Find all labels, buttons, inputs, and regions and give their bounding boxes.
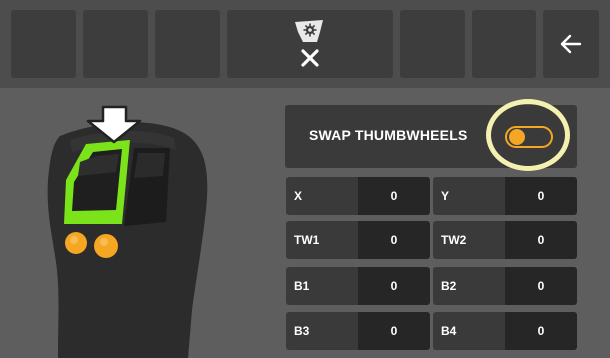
value-cell-b2: B2 0	[433, 267, 577, 305]
machine-settings-cancel-button[interactable]	[227, 10, 393, 78]
toolbar-slot-3[interactable]	[155, 10, 220, 78]
value-label: B2	[433, 267, 505, 305]
value-cell-tw2: TW2 0	[433, 221, 577, 259]
value-cell-b4: B4 0	[433, 312, 577, 350]
toolbar-slot-1[interactable]	[11, 10, 76, 78]
value-readout: 0	[358, 177, 430, 215]
value-readout: 0	[505, 312, 577, 350]
top-toolbar	[0, 0, 610, 88]
thumbwheel-2	[94, 234, 118, 258]
value-readout: 0	[358, 267, 430, 305]
value-label: X	[286, 177, 358, 215]
back-arrow-icon	[560, 34, 582, 54]
toolbar-slot-6[interactable]	[472, 10, 536, 78]
back-button[interactable]	[543, 10, 599, 78]
value-label: Y	[433, 177, 505, 215]
value-cell-y: Y 0	[433, 177, 577, 215]
swap-thumbwheels-label: SWAP THUMBWHEELS	[309, 127, 468, 143]
toolbar-slot-2[interactable]	[83, 10, 148, 78]
value-readout: 0	[505, 267, 577, 305]
toolbar-slot-5[interactable]	[400, 10, 465, 78]
toggle-knob	[509, 129, 525, 145]
value-readout: 0	[505, 177, 577, 215]
swap-thumbwheels-panel: SWAP THUMBWHEELS	[285, 105, 577, 168]
value-label: TW1	[286, 221, 358, 259]
value-cell-b1: B1 0	[286, 267, 430, 305]
value-label: B1	[286, 267, 358, 305]
value-readout: 0	[358, 221, 430, 259]
value-cell-tw1: TW1 0	[286, 221, 430, 259]
value-cell-x: X 0	[286, 177, 430, 215]
value-readout: 0	[358, 312, 430, 350]
value-label: TW2	[433, 221, 505, 259]
value-readout: 0	[505, 221, 577, 259]
swap-thumbwheels-toggle[interactable]	[505, 126, 553, 148]
machine-settings-cancel-icon	[295, 20, 323, 67]
value-label: B4	[433, 312, 505, 350]
value-label: B3	[286, 312, 358, 350]
value-cell-b3: B3 0	[286, 312, 430, 350]
joystick-illustration	[47, 105, 208, 358]
